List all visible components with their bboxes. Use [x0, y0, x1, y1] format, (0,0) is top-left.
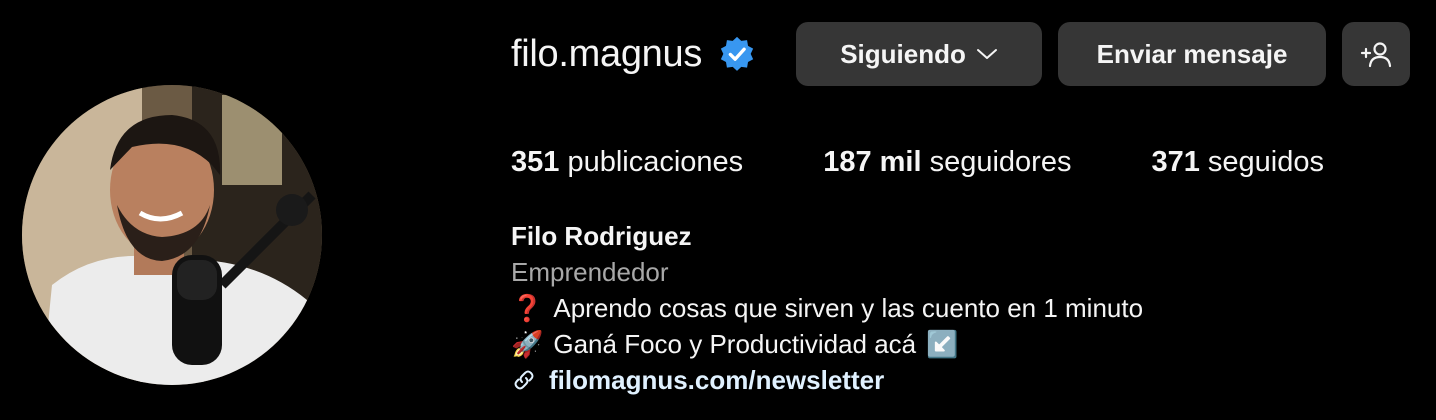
following-count: 371	[1151, 145, 1200, 178]
category-label: Emprendedor	[511, 257, 669, 287]
followers-count: 187 mil	[823, 145, 922, 178]
add-user-icon	[1360, 42, 1392, 68]
profile-photo	[22, 85, 322, 385]
following-button[interactable]: Siguiendo	[796, 22, 1043, 86]
chevron-down-icon	[976, 49, 997, 59]
followers-stat[interactable]: 187 mil seguidores	[823, 146, 1071, 179]
profile-header: filo.magnus Siguiendo Enviar mensaje 351	[0, 0, 1436, 420]
arrow-down-left-icon: ↙️	[926, 329, 959, 359]
bio-line-2-text: Ganá Foco y Productividad acá	[553, 329, 917, 359]
send-message-button[interactable]: Enviar mensaje	[1058, 22, 1327, 86]
bio-link-row: filomagnus.com/newsletter	[511, 362, 1143, 398]
bio-line-1: ❓ Aprendo cosas que sirven y las cuento …	[511, 290, 1143, 326]
verified-badge-icon	[720, 36, 754, 71]
question-mark-icon: ❓	[511, 293, 544, 323]
bio-line-2: 🚀 Ganá Foco y Productividad acá ↙️	[511, 326, 1143, 362]
profile-bio: Filo Rodriguez Emprendedor ❓ Aprendo cos…	[511, 218, 1143, 398]
profile-actions-row: filo.magnus Siguiendo Enviar mensaje	[511, 22, 1411, 86]
website-link[interactable]: filomagnus.com/newsletter	[549, 362, 884, 398]
posts-label: publicaciones	[567, 145, 744, 178]
following-label: seguidos	[1207, 145, 1325, 178]
profile-stats: 351 publicaciones 187 mil seguidores 371…	[511, 140, 1324, 184]
profile-avatar[interactable]	[22, 85, 322, 385]
suggested-users-button[interactable]	[1342, 22, 1411, 86]
username: filo.magnus	[511, 33, 703, 75]
followers-label: seguidores	[929, 145, 1072, 178]
bio-line-1-text: Aprendo cosas que sirven y las cuento en…	[553, 293, 1144, 323]
link-icon	[514, 370, 534, 390]
posts-stat: 351 publicaciones	[511, 146, 743, 179]
following-button-label: Siguiendo	[840, 38, 966, 69]
posts-count: 351	[511, 145, 560, 178]
send-message-button-label: Enviar mensaje	[1096, 38, 1288, 69]
full-name: Filo Rodriguez	[511, 221, 692, 251]
rocket-icon: 🚀	[511, 329, 544, 359]
following-stat[interactable]: 371 seguidos	[1151, 146, 1324, 179]
